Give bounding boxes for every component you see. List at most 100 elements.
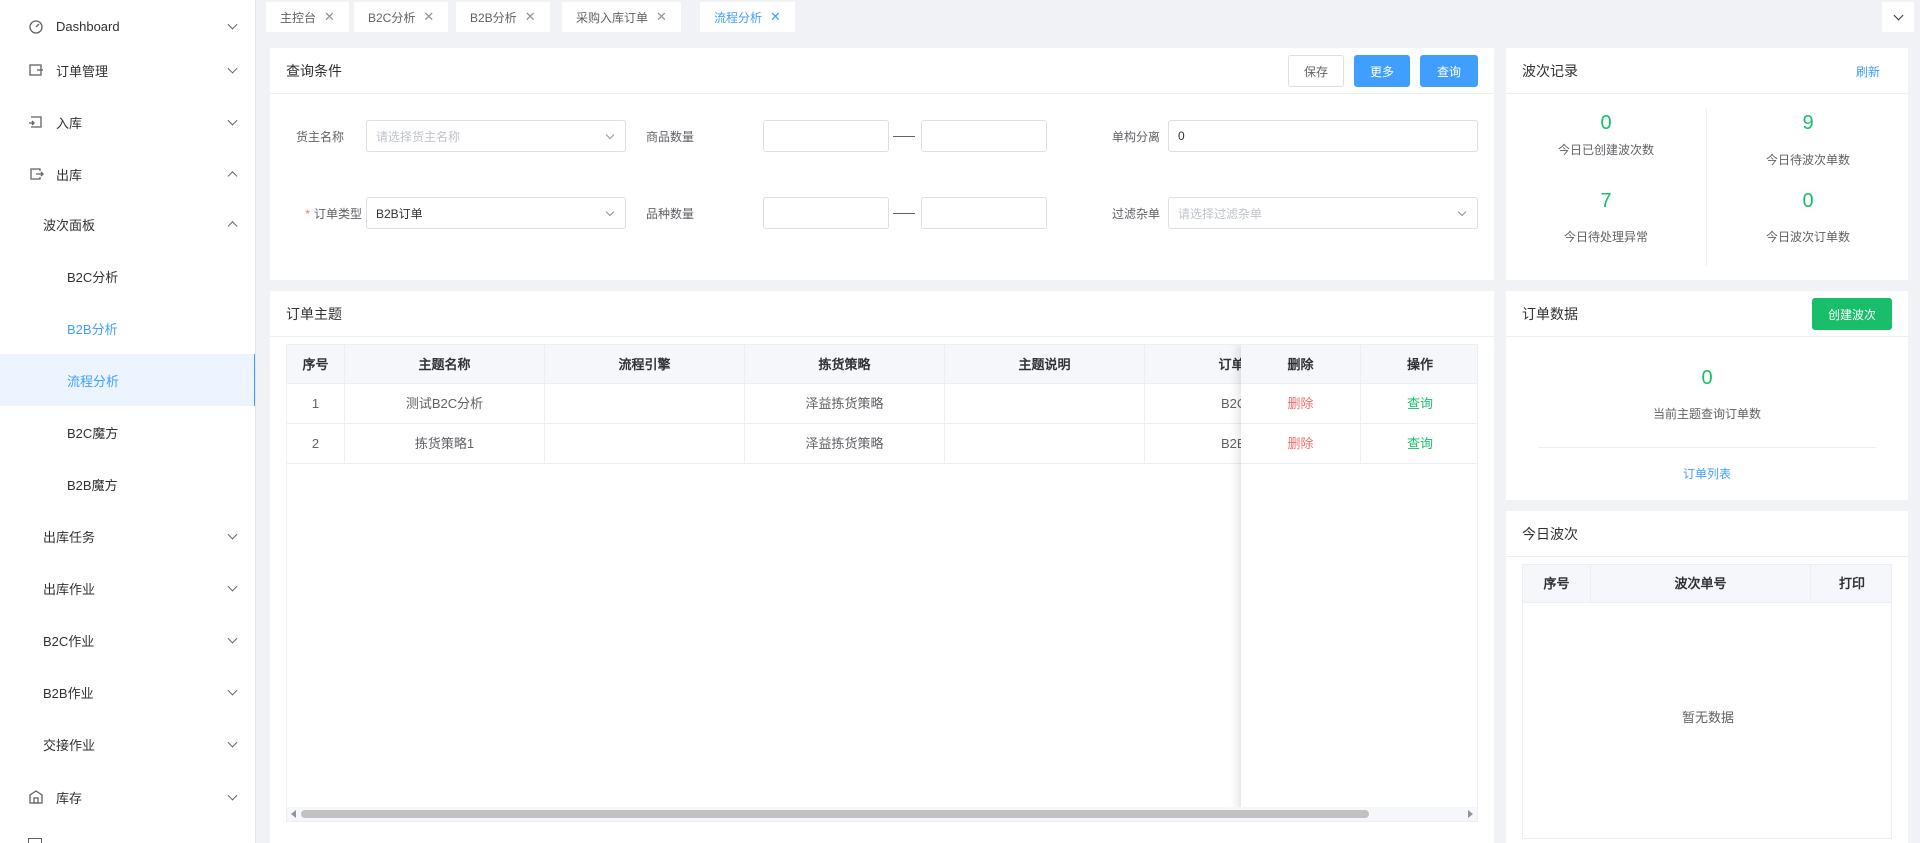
- delete-link[interactable]: 删除: [1287, 436, 1313, 451]
- order-list-link[interactable]: 订单列表: [1506, 465, 1908, 482]
- filter-placeholder: 请选择过滤杂单: [1178, 206, 1263, 221]
- stat-pending-exceptions-value: 7: [1600, 190, 1612, 212]
- empty-text: 暂无数据: [1681, 710, 1734, 725]
- more-menu-icon: [28, 838, 42, 843]
- table-cell-engine: [545, 424, 745, 464]
- col-header-index: 序号: [287, 345, 345, 384]
- sidebar-item-b2c-work[interactable]: B2C作业: [0, 614, 255, 666]
- query-panel-header: 查询条件 保存 更多 查询: [270, 48, 1494, 94]
- close-icon[interactable]: ✕: [423, 9, 434, 25]
- table-cell-strategy: 泽益拣货策略: [745, 384, 945, 424]
- order-count-label: 当前主题查询订单数: [1652, 407, 1761, 421]
- sidebar-item-label: B2C分析: [67, 269, 119, 285]
- tab-dashboard[interactable]: 主控台 ✕: [266, 2, 349, 32]
- today-wave-header: 今日波次: [1506, 511, 1908, 557]
- save-button[interactable]: 保存: [1288, 55, 1344, 87]
- goods-qty-max-input[interactable]: [921, 120, 1047, 152]
- query-link[interactable]: 查询: [1407, 396, 1433, 411]
- topics-panel-title: 订单主题: [286, 306, 342, 322]
- sidebar-item-label: B2C魔方: [67, 425, 119, 441]
- chevron-up-icon: [227, 171, 238, 182]
- tab-label: B2B分析: [470, 10, 517, 25]
- tab-label: 流程分析: [714, 10, 763, 25]
- sidebar-item-inventory[interactable]: 库存: [0, 771, 255, 823]
- close-icon[interactable]: ✕: [525, 9, 536, 25]
- filter-select[interactable]: 请选择过滤杂单: [1168, 197, 1478, 229]
- sidebar-item-outbound-task[interactable]: 出库任务: [0, 510, 255, 562]
- table-fixed-right: 删除 操作 删除 查询 删除 查询: [1241, 345, 1477, 821]
- table-cell-index: 2: [287, 424, 345, 464]
- owner-label: 货主名称: [295, 130, 344, 144]
- sidebar-item-b2c-analysis[interactable]: B2C分析: [0, 250, 255, 302]
- tab-b2b-analysis[interactable]: B2B分析 ✕: [456, 2, 550, 32]
- table-cell-index: 1: [287, 384, 345, 424]
- tabs-bar: 主控台 ✕ B2C分析 ✕ B2B分析 ✕ 采购入库订单 ✕ 流程分析 ✕: [256, 0, 1920, 34]
- order-data-panel: 订单数据 创建波次 0 当前主题查询订单数 订单列表: [1506, 291, 1908, 500]
- sidebar-item-label: 波次面板: [43, 217, 96, 233]
- today-wave-title: 今日波次: [1522, 526, 1578, 542]
- stat-created-waves-label: 今日已创建波次数: [1557, 143, 1654, 157]
- tabs-dropdown-button[interactable]: [1882, 2, 1914, 32]
- order-type-select[interactable]: B2B订单: [366, 197, 626, 229]
- refresh-link[interactable]: 刷新: [1856, 63, 1880, 80]
- chevron-down-icon: [227, 529, 238, 540]
- single-item-input[interactable]: 0: [1168, 120, 1478, 152]
- sku-qty-label: 品种数量: [645, 207, 694, 221]
- sidebar-item-handover-work[interactable]: 交接作业: [0, 718, 255, 770]
- chevron-up-icon: [227, 221, 238, 232]
- stat-wave-orders-label: 今日波次订单数: [1765, 230, 1850, 244]
- scroll-right-icon[interactable]: [1468, 810, 1473, 818]
- sidebar-item-label: B2B魔方: [67, 477, 118, 493]
- sidebar-item-inbound[interactable]: 入库: [0, 96, 255, 148]
- sidebar-item-outbound-work[interactable]: 出库作业: [0, 562, 255, 614]
- outbound-icon: [28, 166, 44, 182]
- chevron-down-icon: [227, 685, 238, 696]
- sidebar-item-label: 入库: [56, 115, 83, 131]
- sidebar-item-orders[interactable]: 订单管理: [0, 44, 255, 96]
- tab-flow-analysis[interactable]: 流程分析 ✕: [700, 2, 795, 32]
- goods-qty-min-input[interactable]: [763, 120, 889, 152]
- close-icon[interactable]: ✕: [656, 9, 667, 25]
- create-wave-button[interactable]: 创建波次: [1812, 298, 1892, 330]
- more-button[interactable]: 更多: [1354, 55, 1410, 87]
- owner-select[interactable]: 请选择货主名称: [366, 120, 626, 152]
- delete-link[interactable]: 删除: [1287, 396, 1313, 411]
- tab-label: 采购入库订单: [576, 10, 649, 25]
- sidebar-item-wave-panel[interactable]: 波次面板: [0, 198, 255, 250]
- scroll-left-icon[interactable]: [291, 810, 296, 818]
- sidebar-item-b2b-analysis[interactable]: B2B分析: [0, 302, 255, 354]
- chevron-down-icon: [1893, 10, 1903, 20]
- close-icon[interactable]: ✕: [324, 9, 335, 25]
- inventory-icon: [28, 789, 44, 805]
- wave-records-panel: 波次记录 刷新 0 今日已创建波次数 9 今日待波次单数 7 今日待处理异常 0…: [1506, 48, 1908, 280]
- stat-pending-exceptions-label: 今日待处理异常: [1563, 230, 1648, 244]
- topics-panel: 订单主题 序号 主题名称 流程引擎 拣货策略 主题说明 订单类型 1 测试B2C…: [270, 291, 1494, 843]
- horizontal-scrollbar[interactable]: [287, 807, 1477, 821]
- sidebar-item-label: 出库任务: [43, 529, 96, 545]
- sku-qty-max-input[interactable]: [921, 197, 1047, 229]
- tab-purchase-inbound[interactable]: 采购入库订单 ✕: [562, 2, 681, 32]
- close-icon[interactable]: ✕: [770, 9, 781, 25]
- stat-pending-orders-label: 今日待波次单数: [1765, 153, 1850, 167]
- range-separator: [893, 136, 915, 137]
- table-cell-name: 拣货策略1: [345, 424, 545, 464]
- stat-created-waves-value: 0: [1600, 112, 1612, 134]
- scrollbar-thumb[interactable]: [301, 810, 1369, 818]
- dashboard-icon: [28, 18, 44, 34]
- sidebar-item-outbound[interactable]: 出库: [0, 148, 255, 200]
- tab-b2c-analysis[interactable]: B2C分析 ✕: [354, 2, 449, 32]
- sidebar-item-b2b-work[interactable]: B2B作业: [0, 666, 255, 718]
- sidebar-item-label: 流程分析: [67, 373, 120, 389]
- sidebar-item-label: 库存: [56, 790, 83, 806]
- col-header-name: 主题名称: [345, 345, 545, 384]
- sidebar-item-b2c-cube[interactable]: B2C魔方: [0, 406, 255, 458]
- query-link[interactable]: 查询: [1407, 436, 1433, 451]
- chevron-down-icon: [227, 63, 238, 74]
- sidebar-item-flow-analysis[interactable]: 流程分析: [0, 354, 255, 406]
- sku-qty-min-input[interactable]: [763, 197, 889, 229]
- wave-records-header: 波次记录 刷新: [1506, 48, 1908, 94]
- col-header-strategy: 拣货策略: [745, 345, 945, 384]
- search-button[interactable]: 查询: [1420, 55, 1478, 87]
- sidebar-item-b2b-cube[interactable]: B2B魔方: [0, 458, 255, 510]
- wave-records-title: 波次记录: [1522, 63, 1578, 79]
